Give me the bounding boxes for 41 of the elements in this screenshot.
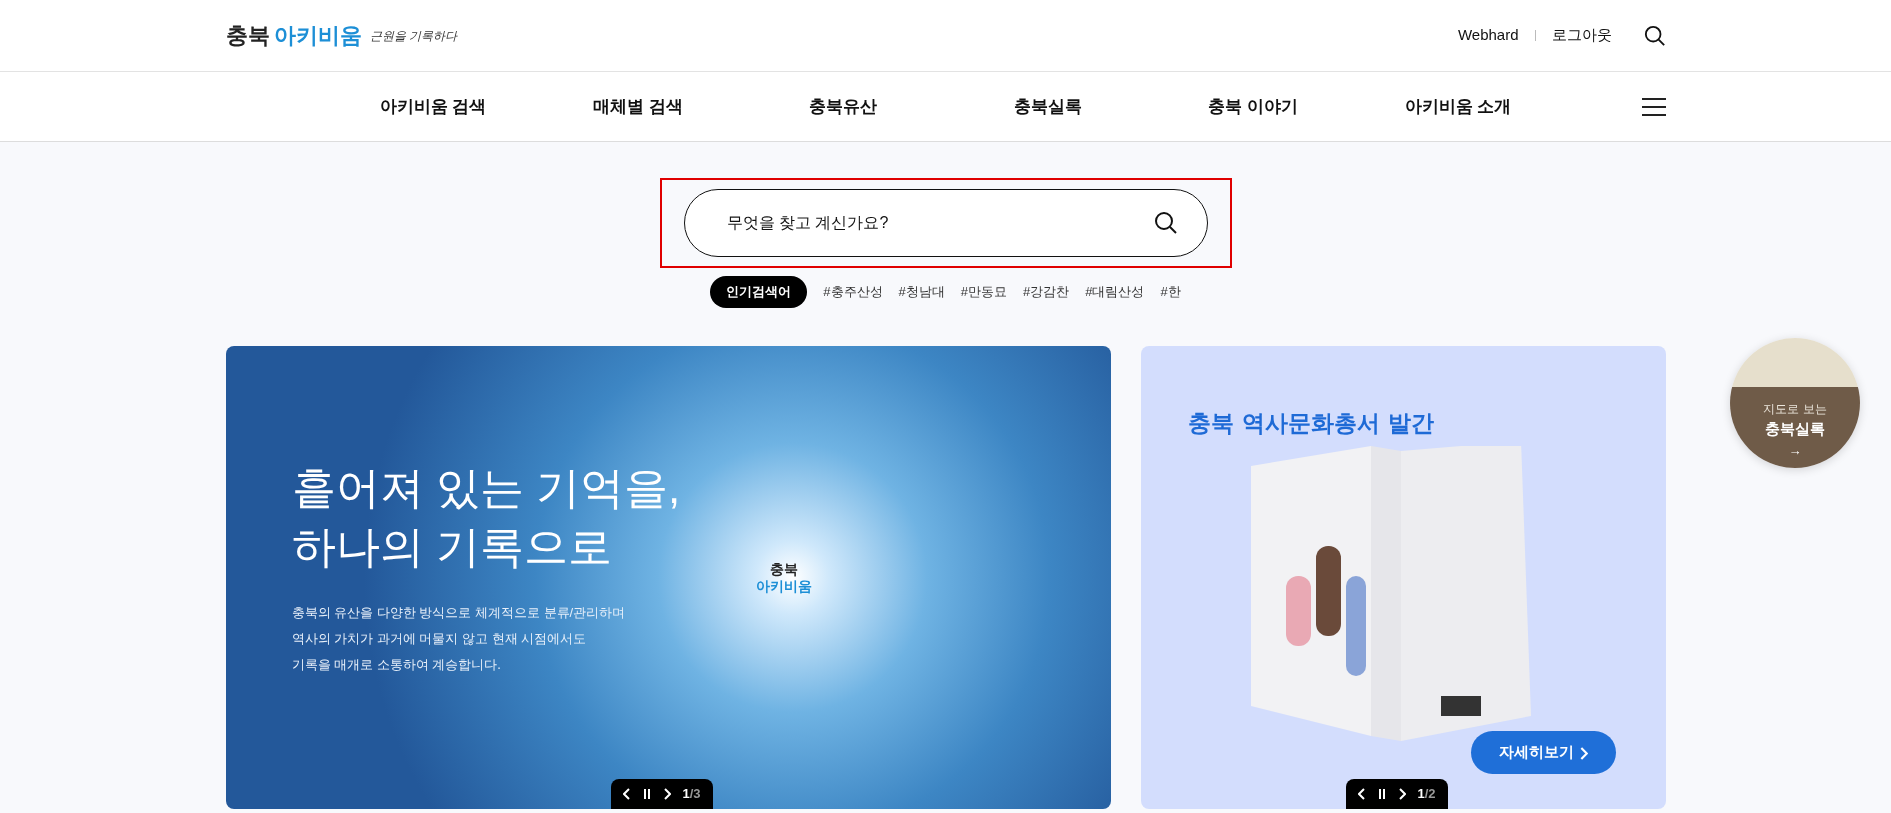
popular-label: 인기검색어 xyxy=(710,276,808,308)
logo-slogan: 근원을 기록하다 xyxy=(369,27,458,45)
search-icon[interactable] xyxy=(1643,24,1666,47)
search-icon[interactable] xyxy=(1153,211,1178,235)
logo-text[interactable]: 아키비움 xyxy=(273,19,362,52)
pause-button[interactable] xyxy=(1377,786,1386,801)
search-tag[interactable]: #한 xyxy=(1160,282,1181,302)
search-tag[interactable]: #만동묘 xyxy=(960,282,1007,302)
banner-description: 역사의 가치가 과거에 머물지 않고 현재 시점에서도 xyxy=(291,630,588,649)
nav-link[interactable]: 아키비움 소개 xyxy=(1355,93,1561,120)
header-link[interactable]: Webhard xyxy=(1457,24,1519,47)
banner-title: 충북 역사문화총서 발간 xyxy=(1187,407,1434,438)
search-tag[interactable]: #강감찬 xyxy=(1023,282,1070,302)
search-field[interactable]: 무엇을 찾고 계신가요? xyxy=(683,189,1208,257)
slide-counter: 1/3 xyxy=(682,784,701,803)
search-tag[interactable]: #청남대 xyxy=(898,282,945,302)
banner-headline: 하나의 기록으로 xyxy=(291,520,612,573)
header-link[interactable]: 로그아웃 xyxy=(1551,24,1612,47)
next-button[interactable] xyxy=(662,786,671,801)
detail-button[interactable]: 자세히보기 xyxy=(1471,731,1616,774)
nav-link[interactable]: 충북실록 xyxy=(945,93,1151,120)
banner-description: 충북의 유산을 다양한 방식으로 체계적으로 분류/관리하며 xyxy=(291,604,627,623)
search-tag[interactable]: #대림산성 xyxy=(1085,282,1145,302)
logo-text: 충북 xyxy=(768,560,799,578)
logo-text: 아키비움 xyxy=(755,578,812,596)
next-button[interactable] xyxy=(1397,786,1406,801)
search-tag[interactable]: #충주산성 xyxy=(823,282,883,302)
menu-icon[interactable] xyxy=(1641,97,1666,116)
logo-text[interactable]: 충북 xyxy=(225,19,270,52)
nav-link[interactable]: 아키비움 검색 xyxy=(330,93,536,120)
slide-counter: 1/2 xyxy=(1417,784,1436,803)
nav-link[interactable]: 매체별 검색 xyxy=(535,93,741,120)
pause-button[interactable] xyxy=(642,786,651,801)
map-link-button[interactable]: 지도로 보는 충북실록 → xyxy=(1730,338,1860,468)
nav-link[interactable]: 충북유산 xyxy=(740,93,946,120)
chevron-icon xyxy=(1578,746,1588,760)
banner-headline: 흩어져 있는 기억을, xyxy=(291,461,681,514)
previous-button[interactable] xyxy=(1357,786,1366,801)
previous-button[interactable] xyxy=(622,786,631,801)
nav-link[interactable]: 충북 이야기 xyxy=(1150,93,1356,120)
banner-description: 기록을 매개로 소통하여 계승합니다. xyxy=(291,656,502,675)
